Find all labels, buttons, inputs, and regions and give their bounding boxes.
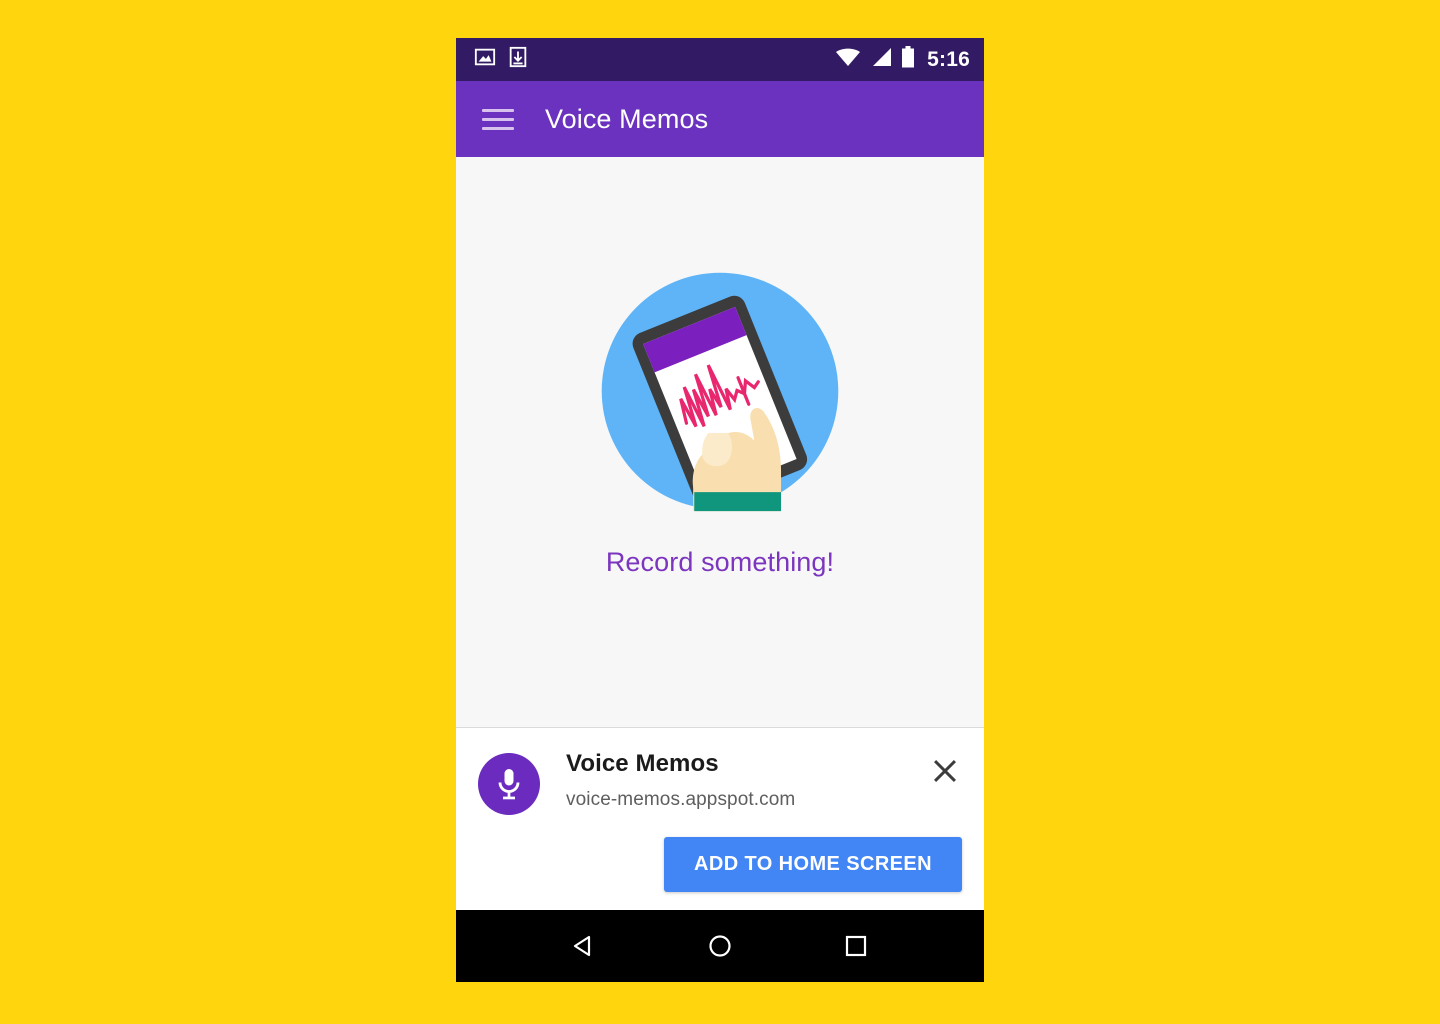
recents-button[interactable] xyxy=(834,924,878,968)
install-banner-actions: ADD TO HOME SCREEN xyxy=(478,837,962,892)
status-bar-clock: 5:16 xyxy=(927,47,970,71)
hamburger-menu-icon[interactable] xyxy=(482,102,516,136)
phone-screen: 5:16 Voice Memos Record something! Voice… xyxy=(456,38,984,982)
app-title: Voice Memos xyxy=(545,103,709,134)
back-button[interactable] xyxy=(562,924,606,968)
android-navigation-bar xyxy=(456,910,984,982)
empty-state-text: Record something! xyxy=(605,546,835,577)
app-bar: Voice Memos xyxy=(456,81,984,157)
main-content: Record something! xyxy=(456,157,984,727)
install-banner-texts: Voice Memos voice-memos.appspot.com xyxy=(566,750,928,811)
microphone-icon xyxy=(478,753,540,815)
status-bar: 5:16 xyxy=(456,38,984,81)
install-banner-url: voice-memos.appspot.com xyxy=(566,789,796,810)
status-bar-notifications xyxy=(474,46,528,73)
close-icon[interactable] xyxy=(928,754,962,788)
battery-icon xyxy=(901,46,915,73)
signal-icon xyxy=(870,47,892,72)
download-icon xyxy=(508,46,528,73)
install-banner-row: Voice Memos voice-memos.appspot.com xyxy=(478,750,962,815)
install-banner-title: Voice Memos xyxy=(566,750,719,777)
status-bar-system-icons: 5:16 xyxy=(835,46,970,73)
wifi-icon xyxy=(835,47,861,72)
home-button[interactable] xyxy=(698,924,742,968)
add-to-home-screen-button[interactable]: ADD TO HOME SCREEN xyxy=(664,837,962,892)
install-banner: Voice Memos voice-memos.appspot.com ADD … xyxy=(456,727,984,910)
image-icon xyxy=(474,46,496,73)
hand-holding-phone-illustration xyxy=(601,272,839,511)
